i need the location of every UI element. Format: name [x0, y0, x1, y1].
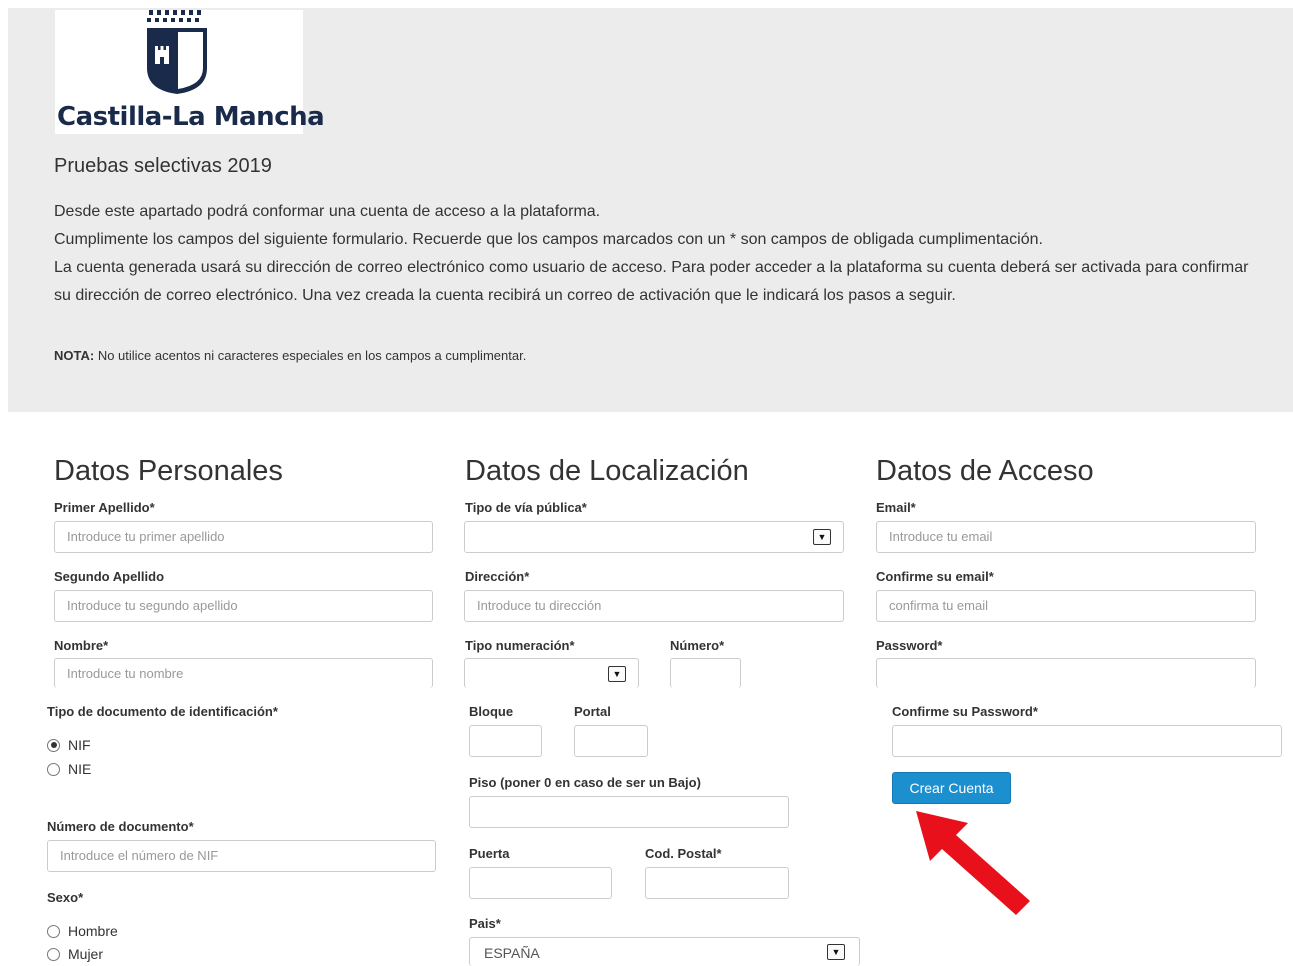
radio-mujer-label: Mujer — [68, 946, 104, 962]
numero-documento-input[interactable]: Introduce el número de NIF — [47, 840, 436, 872]
confirm-email-label: Confirme su email* — [876, 569, 994, 584]
portal-label: Portal — [574, 704, 611, 719]
pais-select[interactable]: ESPAÑA ▼ — [469, 937, 860, 966]
primer-apellido-label: Primer Apellido* — [54, 500, 155, 515]
radio-hombre-label: Hombre — [68, 923, 118, 939]
primer-apellido-input[interactable]: Introduce tu primer apellido — [54, 521, 433, 553]
chevron-down-icon[interactable]: ▼ — [608, 666, 626, 682]
numero-input[interactable] — [670, 658, 741, 688]
nota-body: No utilice acentos ni caracteres especia… — [94, 348, 527, 363]
intro-line-3: La cuenta generada usará su dirección de… — [54, 259, 1249, 304]
password-label: Password* — [876, 638, 943, 653]
radio-nie[interactable]: NIE — [47, 761, 91, 777]
intro-line-1: Desde este apartado podrá conformar una … — [54, 203, 601, 220]
confirm-password-input[interactable] — [892, 725, 1282, 757]
intro-text: Desde este apartado podrá conformar una … — [54, 198, 1254, 310]
pais-label: Pais* — [469, 916, 501, 931]
puerta-input[interactable] — [469, 867, 612, 899]
nombre-input[interactable]: Introduce tu nombre — [54, 658, 433, 688]
red-arrow-icon — [916, 811, 1030, 915]
radio-hombre[interactable]: Hombre — [47, 923, 118, 939]
radio-nie-label: NIE — [68, 761, 92, 777]
radio-mujer-circle[interactable] — [47, 947, 60, 961]
segundo-apellido-input[interactable]: Introduce tu segundo apellido — [54, 590, 433, 622]
tipo-documento-label: Tipo de documento de identificación* — [47, 704, 278, 719]
tipo-via-label: Tipo de vía pública* — [465, 500, 587, 515]
portal-input[interactable] — [574, 725, 648, 757]
section-title-acceso: Datos de Acceso — [876, 455, 1094, 487]
intro-line-2: Cumplimente los campos del siguiente for… — [54, 231, 1043, 248]
piso-label: Piso (poner 0 en caso de ser un Bajo) — [469, 775, 701, 790]
cod-postal-label: Cod. Postal* — [645, 846, 722, 861]
radio-nif-label: NIF — [68, 737, 91, 753]
logo-wordmark: Castilla-La Mancha — [57, 102, 325, 132]
pais-value: ESPAÑA — [484, 945, 540, 961]
segundo-apellido-label: Segundo Apellido — [54, 569, 165, 584]
tipo-numeracion-label: Tipo numeración* — [465, 638, 575, 653]
radio-hombre-circle[interactable] — [47, 924, 60, 938]
section-title-localizacion: Datos de Localización — [465, 455, 749, 487]
chevron-down-icon[interactable]: ▼ — [813, 529, 831, 545]
radio-nif[interactable]: NIF — [47, 737, 91, 753]
cod-postal-input[interactable] — [645, 867, 789, 899]
numero-label: Número* — [670, 638, 725, 653]
chevron-down-icon[interactable]: ▼ — [827, 944, 845, 960]
email-input[interactable]: Introduce tu email — [876, 521, 1256, 553]
castilla-la-mancha-logo: Castilla-La Mancha — [55, 10, 325, 134]
password-input[interactable] — [876, 658, 1256, 688]
nota-label: NOTA: — [54, 348, 95, 363]
bloque-label: Bloque — [469, 704, 514, 719]
radio-nif-circle[interactable] — [47, 738, 60, 752]
tipo-numeracion-select[interactable]: ▼ — [464, 658, 639, 688]
section-title-personal: Datos Personales — [54, 455, 283, 487]
puerta-label: Puerta — [469, 846, 510, 861]
page-title: Pruebas selectivas 2019 — [54, 155, 272, 177]
direccion-input[interactable]: Introduce tu dirección — [464, 590, 844, 622]
nota-text: NOTA: No utilice acentos ni caracteres e… — [54, 348, 526, 363]
bloque-input[interactable] — [469, 725, 542, 757]
confirm-email-input[interactable]: confirma tu email — [876, 590, 1256, 622]
tipo-via-select[interactable]: ▼ — [464, 521, 844, 553]
nombre-label: Nombre* — [54, 638, 109, 653]
piso-input[interactable] — [469, 796, 789, 828]
crear-cuenta-button[interactable]: Crear Cuenta — [892, 772, 1011, 804]
numero-documento-label: Número de documento* — [47, 819, 194, 834]
direccion-label: Dirección* — [465, 569, 530, 584]
coat-of-arms-icon — [147, 10, 207, 94]
confirm-password-label: Confirme su Password* — [892, 704, 1038, 719]
radio-mujer[interactable]: Mujer — [47, 946, 103, 962]
sexo-label: Sexo* — [47, 890, 84, 905]
radio-nie-circle[interactable] — [47, 762, 60, 776]
email-label: Email* — [876, 500, 916, 515]
